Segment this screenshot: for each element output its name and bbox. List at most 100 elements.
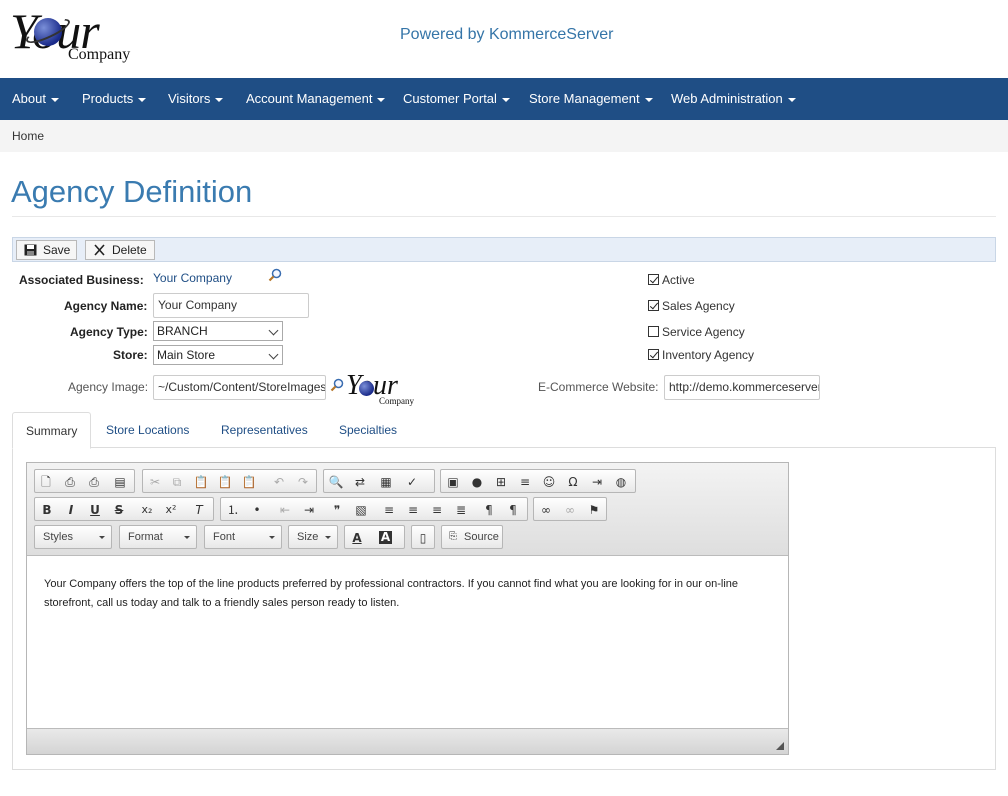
nav-visitors[interactable]: Visitors xyxy=(168,78,224,120)
powered-by-text[interactable]: Powered by KommerceServer xyxy=(400,26,613,44)
numbered-list-icon[interactable]: ⒈ xyxy=(225,502,241,518)
checkbox-unchecked-icon xyxy=(648,326,659,337)
find-icon[interactable]: 🔍 xyxy=(328,474,344,490)
associated-business-link[interactable]: Your Company xyxy=(153,271,232,285)
color-group: A A xyxy=(344,525,405,549)
service-agency-checkbox[interactable]: Service Agency xyxy=(648,325,745,339)
align-justify-icon[interactable]: ≣ xyxy=(453,502,469,518)
agency-name-input[interactable]: Your Company xyxy=(153,293,309,318)
tab-representatives[interactable]: Representatives xyxy=(208,412,321,448)
nav-about[interactable]: About xyxy=(12,78,59,120)
links-group: ∞ ∞ ⚑ xyxy=(533,497,607,521)
nav-products[interactable]: Products xyxy=(82,78,147,120)
tab-specialties[interactable]: Specialties xyxy=(326,412,410,448)
flash-icon[interactable]: ● xyxy=(469,474,485,490)
paste-word-icon[interactable]: 📋 xyxy=(241,474,257,490)
table-icon[interactable]: ⊞ xyxy=(493,474,509,490)
paragraph-group: ⒈ • ⇤ ⇥ ❞ ▧ ≡ ≡ ≡ ≣ ¶ ¶ xyxy=(220,497,528,521)
paste-text-icon[interactable]: 📋 xyxy=(217,474,233,490)
nav-customer-portal-label: Customer Portal xyxy=(403,91,497,106)
agency-type-select[interactable]: BRANCH xyxy=(153,321,283,341)
source-button[interactable]: ⎘ Source xyxy=(441,525,503,549)
strikethrough-icon[interactable]: S xyxy=(111,502,127,518)
image-icon[interactable]: ▣ xyxy=(445,474,461,490)
anchor-flag-icon[interactable]: ⚑ xyxy=(586,502,602,518)
styles-dropdown[interactable]: Styles xyxy=(34,525,112,549)
caret-down-icon xyxy=(50,97,59,102)
bulleted-list-icon[interactable]: • xyxy=(249,502,265,518)
floppy-disk-icon xyxy=(24,244,37,256)
chevron-down-icon xyxy=(268,349,279,360)
chevron-down-icon xyxy=(268,325,279,336)
special-char-icon[interactable]: Ω xyxy=(565,474,581,490)
company-logo[interactable]: Your Company xyxy=(10,4,140,68)
header: Your Company Powered by KommerceServer xyxy=(0,0,1008,78)
new-page-icon[interactable]: 🗋 xyxy=(38,474,54,490)
nav-customer-portal[interactable]: Customer Portal xyxy=(403,78,510,120)
horizontal-line-icon[interactable]: ≡ xyxy=(517,474,533,490)
blockquote-icon[interactable]: ❞ xyxy=(329,502,345,518)
caret-down-icon xyxy=(325,536,331,539)
caret-down-icon xyxy=(644,97,653,102)
delete-button[interactable]: Delete xyxy=(85,240,155,260)
iframe-icon[interactable]: ◍ xyxy=(613,474,629,490)
superscript-icon[interactable]: x² xyxy=(163,502,179,518)
store-select[interactable]: Main Store xyxy=(153,345,283,365)
remove-format-icon[interactable]: T xyxy=(191,502,207,518)
nav-store-management[interactable]: Store Management xyxy=(529,78,653,120)
link-icon[interactable]: ∞ xyxy=(538,502,554,518)
align-right-icon[interactable]: ≡ xyxy=(429,502,445,518)
page-title: Agency Definition xyxy=(11,174,253,209)
cut-icon[interactable]: ✂ xyxy=(147,474,163,490)
save-button-label: Save xyxy=(43,243,71,257)
nav-account-management[interactable]: Account Management xyxy=(246,78,386,120)
redo-icon[interactable]: ↷ xyxy=(295,474,311,490)
breadcrumb-home[interactable]: Home xyxy=(12,129,44,143)
title-divider xyxy=(12,216,996,217)
text-rtl-icon[interactable]: ¶ xyxy=(505,502,521,518)
magnifier-icon[interactable] xyxy=(268,268,282,282)
magnifier-icon[interactable] xyxy=(330,378,344,392)
smiley-icon[interactable]: ☺ xyxy=(541,474,557,490)
outdent-icon[interactable]: ⇤ xyxy=(277,502,293,518)
agency-image-input[interactable]: ~/Custom/Content/StoreImages xyxy=(153,375,326,400)
text-ltr-icon[interactable]: ¶ xyxy=(481,502,497,518)
active-checkbox[interactable]: Active xyxy=(648,273,695,287)
paste-icon[interactable]: 📋 xyxy=(193,474,209,490)
inventory-agency-checkbox[interactable]: Inventory Agency xyxy=(648,348,754,362)
unlink-icon[interactable]: ∞ xyxy=(562,502,578,518)
service-agency-checkbox-label: Service Agency xyxy=(662,325,745,339)
align-left-icon[interactable]: ≡ xyxy=(381,502,397,518)
undo-icon[interactable]: ↶ xyxy=(271,474,287,490)
align-center-icon[interactable]: ≡ xyxy=(405,502,421,518)
preview-icon[interactable]: ⎙ xyxy=(62,474,78,490)
replace-icon[interactable]: ⇄ xyxy=(352,474,368,490)
ecommerce-website-input[interactable]: http://demo.kommerceserver xyxy=(664,375,820,400)
select-all-icon[interactable]: ▦ xyxy=(378,474,394,490)
spellcheck-icon[interactable]: ✓ xyxy=(404,474,420,490)
nav-web-administration[interactable]: Web Administration xyxy=(671,78,796,120)
font-dropdown[interactable]: Font xyxy=(204,525,282,549)
copy-icon[interactable]: ⧉ xyxy=(169,474,185,490)
tab-summary[interactable]: Summary xyxy=(12,412,92,449)
editor-content[interactable]: Your Company offers the top of the line … xyxy=(44,575,774,613)
subscript-icon[interactable]: x₂ xyxy=(139,502,155,518)
resize-handle-icon[interactable] xyxy=(776,742,784,750)
underline-icon[interactable]: U xyxy=(87,502,103,518)
indent-icon[interactable]: ⇥ xyxy=(301,502,317,518)
maximize-icon[interactable]: ▯ xyxy=(415,530,431,546)
save-button[interactable]: Save xyxy=(16,240,77,260)
background-color-icon[interactable]: A xyxy=(379,531,392,544)
tab-store-locations[interactable]: Store Locations xyxy=(93,412,202,448)
templates-icon[interactable]: ▤ xyxy=(112,474,128,490)
print-icon[interactable]: ⎙ xyxy=(86,474,102,490)
format-dropdown[interactable]: Format xyxy=(119,525,197,549)
bold-icon[interactable]: B xyxy=(39,502,55,518)
text-color-icon[interactable]: A xyxy=(349,530,365,546)
page-break-icon[interactable]: ⇥ xyxy=(589,474,605,490)
sales-agency-checkbox[interactable]: Sales Agency xyxy=(648,299,735,313)
caret-down-icon xyxy=(138,97,147,102)
size-dropdown[interactable]: Size xyxy=(288,525,338,549)
div-container-icon[interactable]: ▧ xyxy=(353,502,369,518)
italic-icon[interactable]: I xyxy=(63,502,79,518)
